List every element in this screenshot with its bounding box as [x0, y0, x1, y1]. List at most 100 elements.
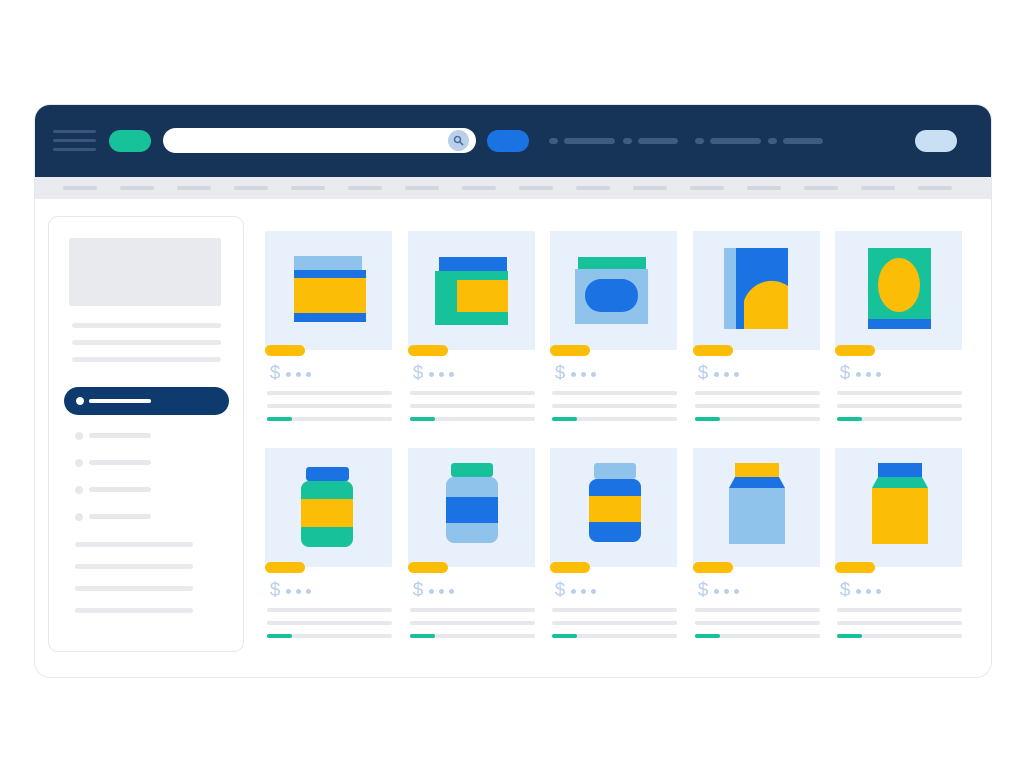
price-placeholder-dot [876, 372, 881, 377]
price-placeholder-dot [856, 372, 861, 377]
price-placeholder-dot [714, 589, 719, 594]
rating-bar [410, 634, 535, 638]
price-currency: $ [697, 363, 709, 384]
price-currency: $ [269, 580, 281, 601]
rating-fill [837, 634, 862, 638]
rating-fill [267, 417, 292, 421]
sale-badge [835, 345, 875, 356]
rating-fill [410, 634, 435, 638]
product-title-line [267, 608, 392, 612]
product-title-line [410, 404, 535, 408]
store-window: $ $ $ $ $ $ $ $ $ $ [34, 104, 992, 678]
rating-bar [837, 417, 962, 421]
price-placeholder-dot [429, 372, 434, 377]
product-title-line [267, 404, 392, 408]
rating-bar [267, 634, 392, 638]
price-currency: $ [269, 363, 281, 384]
price-placeholder-dot [449, 372, 454, 377]
price-placeholder-dot [856, 589, 861, 594]
product-grid: $ $ $ $ $ $ $ $ $ $ [35, 105, 991, 677]
product-card[interactable]: $ [693, 231, 820, 427]
price-currency: $ [697, 580, 709, 601]
product-title-line [552, 621, 677, 625]
product-title-line [695, 608, 820, 612]
card-pack-icon [868, 248, 931, 329]
bottle-light-icon [446, 463, 498, 543]
sale-badge [693, 345, 733, 356]
price-placeholder-dot [724, 589, 729, 594]
price-placeholder-dot [286, 372, 291, 377]
box-window-icon [435, 257, 508, 325]
rating-bar [267, 417, 392, 421]
product-card[interactable]: $ [265, 448, 392, 644]
price-placeholder-dot [429, 589, 434, 594]
product-card[interactable]: $ [408, 231, 535, 427]
rating-bar [695, 634, 820, 638]
sale-badge [550, 345, 590, 356]
product-image[interactable] [835, 231, 962, 350]
price-currency: $ [412, 580, 424, 601]
price-placeholder-dot [439, 372, 444, 377]
product-image[interactable] [550, 448, 677, 567]
rating-bar [552, 634, 677, 638]
sale-badge [265, 345, 305, 356]
product-title-line [267, 621, 392, 625]
jar-wide-icon [294, 256, 366, 322]
product-image[interactable] [693, 231, 820, 350]
rating-bar [837, 634, 962, 638]
rating-fill [552, 417, 577, 421]
sale-badge [408, 345, 448, 356]
price-placeholder-dot [296, 372, 301, 377]
product-title-line [837, 621, 962, 625]
product-title-line [695, 404, 820, 408]
product-image[interactable] [265, 231, 392, 350]
carton-yellow-icon [872, 463, 928, 544]
sale-badge [835, 562, 875, 573]
product-title-line [552, 391, 677, 395]
price-currency: $ [412, 363, 424, 384]
sale-badge [693, 562, 733, 573]
product-image[interactable] [408, 231, 535, 350]
price-placeholder-dot [734, 372, 739, 377]
product-title-line [267, 391, 392, 395]
price-currency: $ [554, 363, 566, 384]
book-box-icon [724, 248, 788, 329]
price-placeholder-dot [571, 372, 576, 377]
price-placeholder-dot [296, 589, 301, 594]
product-title-line [837, 608, 962, 612]
price-currency: $ [839, 580, 851, 601]
rating-bar [410, 417, 535, 421]
product-image[interactable] [835, 448, 962, 567]
product-card[interactable]: $ [550, 231, 677, 427]
price-placeholder-dot [876, 589, 881, 594]
price-placeholder-dot [866, 372, 871, 377]
rating-fill [552, 634, 577, 638]
sale-badge [408, 562, 448, 573]
product-card[interactable]: $ [408, 448, 535, 644]
product-title-line [410, 608, 535, 612]
rating-fill [837, 417, 862, 421]
product-card[interactable]: $ [550, 448, 677, 644]
product-card[interactable]: $ [693, 448, 820, 644]
sale-badge [265, 562, 305, 573]
product-card[interactable]: $ [265, 231, 392, 427]
price-placeholder-dot [734, 589, 739, 594]
price-placeholder-dot [591, 372, 596, 377]
rating-fill [267, 634, 292, 638]
product-card[interactable]: $ [835, 231, 962, 427]
product-image[interactable] [265, 448, 392, 567]
price-placeholder-dot [866, 589, 871, 594]
product-image[interactable] [408, 448, 535, 567]
product-image[interactable] [693, 448, 820, 567]
product-title-line [410, 391, 535, 395]
product-card[interactable]: $ [835, 448, 962, 644]
product-image[interactable] [550, 231, 677, 350]
product-title-line [552, 404, 677, 408]
price-placeholder-dot [591, 589, 596, 594]
price-currency: $ [554, 580, 566, 601]
price-placeholder-dot [449, 589, 454, 594]
product-title-line [552, 608, 677, 612]
sale-badge [550, 562, 590, 573]
tin-oval-icon [575, 257, 648, 324]
carton-blue-icon [729, 463, 785, 544]
